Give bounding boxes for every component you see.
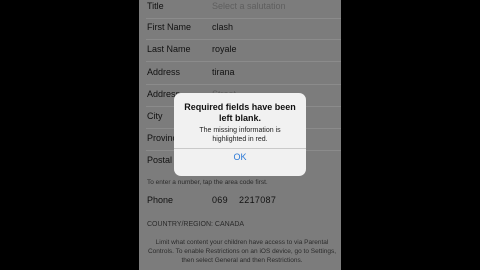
phone-hint: To enter a number, tap the area code fir…: [147, 179, 268, 186]
phone-number-field[interactable]: 2217087: [239, 195, 276, 205]
form-label: Last Name: [147, 44, 191, 54]
last-name-field[interactable]: royale: [212, 44, 237, 54]
country-region: COUNTRY/REGION: CANADA: [147, 221, 245, 228]
alert-message: The missing information is highlighted i…: [199, 127, 281, 143]
form-row-phone[interactable]: Phone 069 2217087: [139, 191, 341, 213]
form-label: Title: [147, 1, 164, 11]
form-label: Address: [147, 67, 181, 77]
address-field[interactable]: tirana: [212, 67, 235, 77]
first-name-field[interactable]: clash: [212, 22, 233, 32]
row-divider: [146, 61, 341, 62]
form-label: City: [147, 111, 163, 121]
parental-controls-note: Limit what content your children have ac…: [147, 239, 337, 264]
form-row-title[interactable]: Title Select a salutation: [139, 0, 341, 19]
form-row-address[interactable]: Address tirana: [139, 63, 341, 85]
form-label: First Name: [147, 22, 192, 32]
title-select[interactable]: Select a salutation: [212, 1, 286, 11]
form-row-last-name[interactable]: Last Name royale: [139, 40, 341, 62]
form-row-first-name[interactable]: First Name clash: [139, 18, 341, 40]
area-code-field[interactable]: 069: [212, 195, 228, 205]
alert-title: Required fields have been left blank.: [184, 102, 296, 123]
alert-dialog: Required fields have been left blank. Th…: [174, 93, 306, 176]
form-label: Phone: [147, 195, 174, 205]
ok-button[interactable]: OK: [174, 149, 306, 176]
